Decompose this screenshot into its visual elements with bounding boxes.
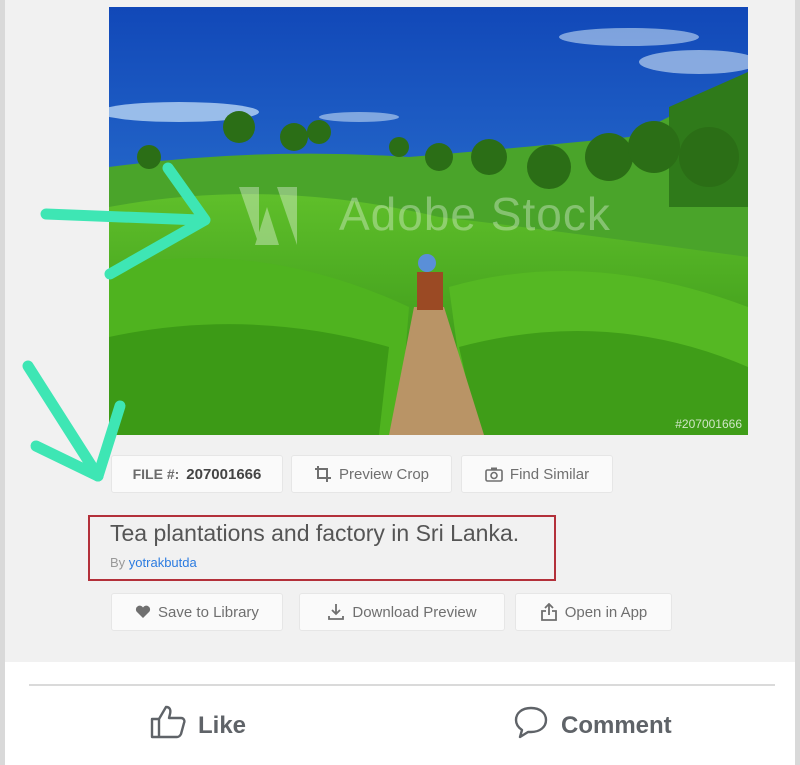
asset-title-highlight: Tea plantations and factory in Sri Lanka…	[88, 515, 556, 581]
author-by-label: By	[110, 555, 126, 570]
download-preview-label: Download Preview	[352, 603, 477, 621]
file-number-pill: FILE #: 207001666	[111, 455, 283, 493]
annotation-arrow-right	[40, 162, 211, 280]
thumbs-up-icon	[150, 705, 186, 746]
file-number-value: 207001666	[186, 465, 262, 483]
like-label: Like	[198, 711, 247, 739]
open-in-app-label: Open in App	[564, 603, 648, 621]
open-in-app-button[interactable]: Open in App	[515, 593, 672, 631]
comment-label: Comment	[561, 711, 672, 739]
crop-icon	[314, 465, 332, 483]
share-icon	[540, 603, 558, 621]
comment-button[interactable]: Comment	[513, 705, 672, 746]
preview-crop-button[interactable]: Preview Crop	[291, 455, 452, 493]
asset-author-line: By yotrakbutda	[110, 555, 554, 570]
download-icon	[327, 603, 345, 621]
frame-border-right	[795, 0, 800, 765]
author-link[interactable]: yotrakbutda	[129, 555, 197, 570]
find-similar-button[interactable]: Find Similar	[461, 455, 613, 493]
annotation-arrow-down	[22, 360, 126, 482]
post-footer: Like Comment	[5, 662, 795, 765]
preview-crop-label: Preview Crop	[338, 465, 430, 483]
photo-stock-id: #207001666	[675, 417, 742, 431]
camera-icon	[485, 466, 503, 482]
heart-icon	[135, 605, 151, 619]
asset-title: Tea plantations and factory in Sri Lanka…	[110, 520, 520, 546]
download-preview-button[interactable]: Download Preview	[299, 593, 505, 631]
comment-icon	[513, 705, 549, 746]
frame-border-left	[0, 0, 5, 765]
footer-divider	[29, 684, 775, 686]
find-similar-label: Find Similar	[509, 465, 590, 483]
like-button[interactable]: Like	[150, 705, 246, 746]
watermark-text: Adobe Stock	[339, 188, 611, 240]
file-number-label: FILE #:	[132, 466, 180, 482]
save-to-library-label: Save to Library	[158, 603, 259, 621]
save-to-library-button[interactable]: Save to Library	[111, 593, 283, 631]
